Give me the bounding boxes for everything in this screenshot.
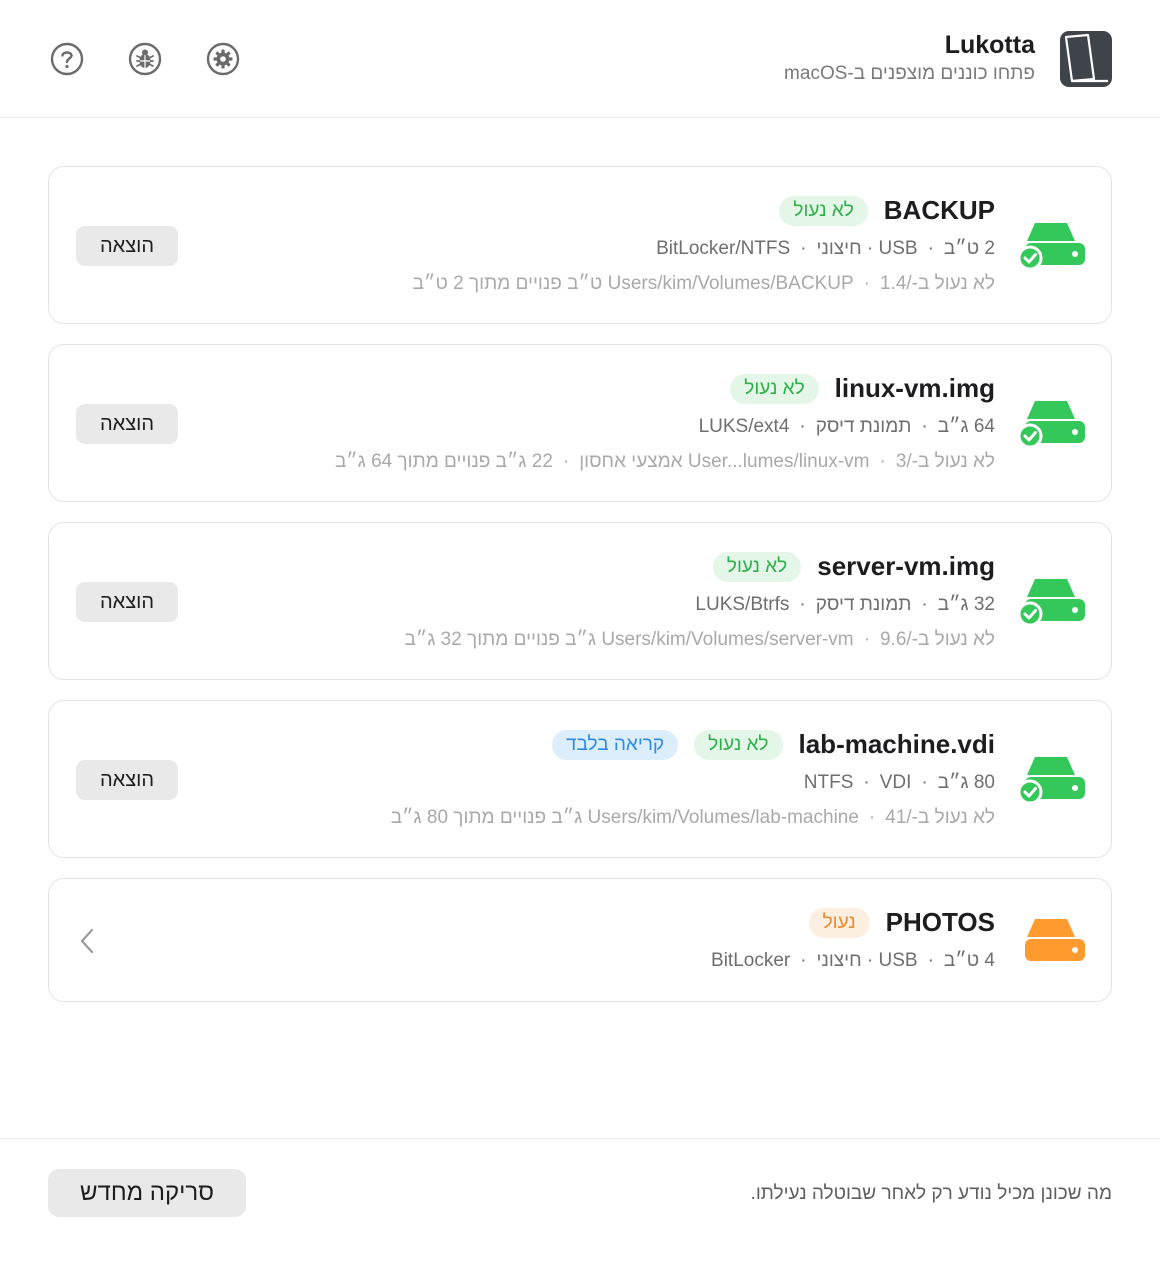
volume-meta: 80 ג״ב·NTFS · VDI	[803, 772, 995, 793]
volume-details: לא נעול ב-/Users/kim/Volumes/lab-machine…	[390, 807, 995, 828]
gear-icon[interactable]	[206, 42, 240, 76]
volume-details: לא נעול ב-/Users/kim/Volumes/BACKUP·1.4 …	[412, 273, 995, 294]
status-badge-locked: נעול	[808, 907, 870, 938]
bug-icon[interactable]	[128, 42, 162, 76]
volume-title-row: BACKUP לא נעול	[779, 195, 995, 226]
eject-button[interactable]: הוצאה	[76, 760, 178, 800]
status-badge-unlocked: לא נעול	[730, 373, 819, 404]
app-header: Lukotta פתחו כוננים מוצפנים ב-macOS	[0, 0, 1160, 118]
volume-card-server-vm[interactable]: server-vm.img לא נעול 32 ג״ב·תמונת דיסק·…	[48, 522, 1112, 680]
eject-button[interactable]: הוצאה	[76, 404, 178, 444]
status-badge-unlocked: לא נעול	[694, 729, 783, 760]
drive-unlocked-icon	[1017, 573, 1085, 629]
eject-button[interactable]: הוצאה	[76, 226, 178, 266]
volume-card-linux-vm[interactable]: linux-vm.img לא נעול 64 ג״ב·תמונת דיסק·L…	[48, 344, 1112, 502]
eject-button[interactable]: הוצאה	[76, 582, 178, 622]
volume-card-backup[interactable]: BACKUP לא נעול 2 ט״ב·USB · חיצוני·BitLoc…	[48, 166, 1112, 324]
status-badge-unlocked: לא נעול	[779, 195, 868, 226]
volume-details: לא נעול ב-/User...lumes/linux-vm·3 אמצעי…	[334, 451, 995, 472]
volume-name: lab-machine.vdi	[798, 729, 996, 759]
volume-name: PHOTOS	[885, 907, 995, 937]
volume-title-row: server-vm.img לא נעול	[712, 551, 995, 582]
volume-meta: 2 ט״ב·USB · חיצוני·BitLocker/NTFS	[656, 238, 995, 259]
volume-name: linux-vm.img	[834, 373, 995, 403]
drive-unlocked-icon	[1017, 751, 1085, 807]
app-logo	[1060, 31, 1112, 87]
chevron-left-icon[interactable]	[77, 926, 97, 956]
volume-card-lab-machine[interactable]: lab-machine.vdi לא נעול קריאה בלבד 80 ג״…	[48, 700, 1112, 858]
help-icon[interactable]	[50, 42, 84, 76]
volume-meta: 64 ג״ב·תמונת דיסק·LUKS/ext4	[698, 416, 995, 437]
status-badge-read-only: קריאה בלבד	[552, 729, 679, 760]
volume-title-row: PHOTOS נעול	[808, 907, 995, 938]
volume-meta: 32 ג״ב·תמונת דיסק·LUKS/Btrfs	[695, 594, 995, 615]
volume-name: server-vm.img	[817, 551, 995, 581]
volume-card-photos[interactable]: PHOTOS נעול 4 ט״ב·USB · חיצוני·BitLocker	[48, 878, 1112, 1002]
volume-title-row: lab-machine.vdi לא נעול קריאה בלבד	[552, 729, 995, 760]
app-title: Lukotta	[944, 31, 1035, 59]
footer: מה שכונן מכיל נודע רק לאחר שבוטלה נעילתו…	[0, 1138, 1160, 1264]
app-subtitle: פתחו כוננים מוצפנים ב-macOS	[784, 63, 1035, 84]
status-badge-unlocked: לא נעול	[712, 551, 802, 582]
footer-note: מה שכונן מכיל נודע רק לאחר שבוטלה נעילתו…	[750, 1183, 1112, 1204]
volume-meta: 4 ט״ב·USB · חיצוני·BitLocker	[711, 950, 995, 971]
drive-locked-icon	[1017, 913, 1085, 969]
volume-details: לא נעול ב-/Users/kim/Volumes/server-vm·9…	[404, 629, 996, 650]
volume-title-row: linux-vm.img לא נעול	[730, 373, 995, 404]
drive-unlocked-icon	[1017, 217, 1085, 273]
drive-unlocked-icon	[1017, 395, 1085, 451]
rescan-button[interactable]: סריקה מחדש	[48, 1169, 246, 1217]
volume-name: BACKUP	[883, 195, 995, 225]
